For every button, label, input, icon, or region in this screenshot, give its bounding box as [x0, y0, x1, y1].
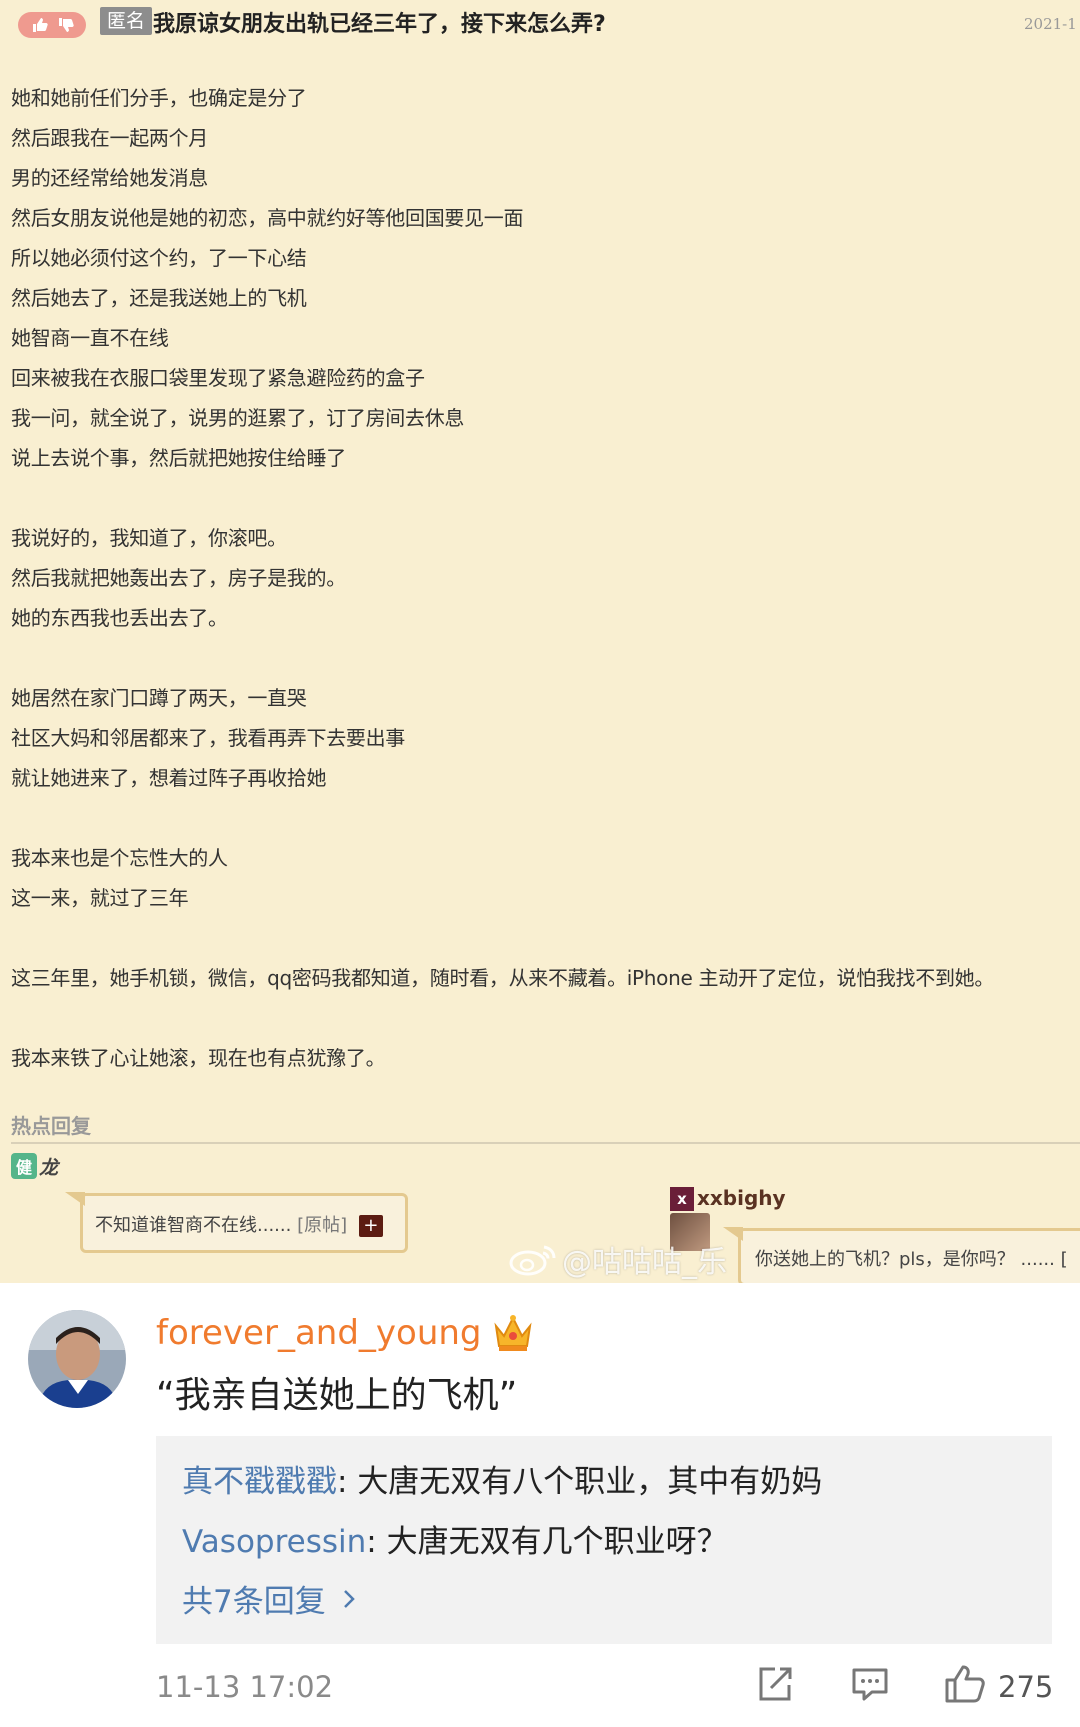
- thumb-up-icon[interactable]: [32, 17, 48, 33]
- comment-timestamp: 11-13 17:02: [156, 1670, 334, 1704]
- reply-username[interactable]: xxbighy: [697, 1186, 786, 1210]
- post-date: 2021-1: [1024, 15, 1077, 33]
- post-line: 她和她前任们分手，也确定是分了: [11, 86, 307, 110]
- post-line: 就让她进来了，想着过阵子再收拾她: [11, 766, 327, 790]
- reply-bubble-2: 你送她上的飞机？pls，是你吗？ ...... [: [723, 1227, 1080, 1283]
- reply-user-1[interactable]: 健 龙: [11, 1152, 58, 1180]
- post-line: 所以她必须付这个约，了一下心结: [11, 246, 307, 270]
- chevron-right-icon: [343, 1589, 355, 1608]
- reply-text: 不知道谁智商不在线......: [95, 1215, 292, 1236]
- weibo-logo-icon: [509, 1245, 556, 1276]
- comment-text: “我亲自送她上的飞机”: [156, 1375, 518, 1416]
- post-line: 这一来，就过了三年: [11, 886, 189, 910]
- post-line: 她居然在家门口蹲了两天，一直哭: [11, 686, 307, 710]
- thumb-down-icon[interactable]: [58, 17, 74, 33]
- crown-icon: [493, 1315, 532, 1351]
- user-badge: 健: [11, 1153, 37, 1179]
- post-line: 社区大妈和邻居都来了，我看再弄下去要出事: [11, 726, 405, 750]
- vote-pill: [18, 12, 86, 38]
- post-line-blank: [11, 918, 1076, 958]
- user-badge: x: [670, 1187, 694, 1211]
- post-line: 我本来也是个忘性大的人: [11, 846, 228, 870]
- reply-username[interactable]: 龙: [39, 1153, 58, 1180]
- reply-text: 大唐无双有几个职业呀？: [386, 1524, 728, 1560]
- post-line-blank: [11, 798, 1076, 838]
- reply-bubble-1: 不知道谁智商不在线...... [原帖] +: [65, 1192, 408, 1253]
- post-line: 然后跟我在一起两个月: [11, 126, 208, 150]
- post-line-blank: [11, 638, 1076, 678]
- forum-screenshot: 匿名 我原谅女朋友出轨已经三年了，接下来怎么弄? 2021-1 她和她前任们分手…: [0, 0, 1080, 1283]
- post-line: 我本来铁了心让她滚，现在也有点犹豫了。: [11, 1046, 386, 1070]
- replies-preview[interactable]: 真不戳戳戳: 大唐无双有八个职业，其中有奶妈 Vasopressin: 大唐无双…: [156, 1436, 1052, 1644]
- reply-preview[interactable]: Vasopressin: 大唐无双有几个职业呀？: [182, 1516, 728, 1561]
- divider: [11, 1142, 1080, 1144]
- anonymous-tag: 匿名: [100, 7, 153, 35]
- more-replies-label[interactable]: 共7条回复: [182, 1576, 326, 1621]
- post-line: 她的东西我也丢出去了。: [11, 606, 228, 630]
- post-line: 然后她去了，还是我送她上的飞机: [11, 286, 307, 310]
- post-line: 然后女朋友说他是她的初恋，高中就约好等他回国要见一面: [11, 206, 524, 230]
- reply-text: 大唐无双有八个职业，其中有奶妈: [357, 1464, 823, 1500]
- post-line: 我一问，就全说了，说男的逛累了，订了房间去休息: [11, 406, 465, 430]
- post-line: 她智商一直不在线: [11, 326, 169, 350]
- original-post-link[interactable]: [原帖]: [297, 1215, 347, 1236]
- watermark: @咕咕咕_乐: [508, 1238, 727, 1280]
- post-title[interactable]: 我原谅女朋友出轨已经三年了，接下来怎么弄?: [153, 8, 606, 42]
- post-body: 她和她前任们分手，也确定是分了 然后跟我在一起两个月 男的还经常给她发消息 然后…: [11, 78, 1076, 1078]
- reply-author[interactable]: Vasopressin: [182, 1524, 366, 1560]
- post-line: 回来被我在衣服口袋里发现了紧急避险药的盒子: [11, 366, 425, 390]
- username-text[interactable]: forever_and_young: [156, 1313, 482, 1353]
- reply-separator: :: [366, 1524, 387, 1560]
- reply-preview[interactable]: 真不戳戳戳: 大唐无双有八个职业，其中有奶妈: [182, 1456, 822, 1501]
- commenter-username[interactable]: forever_and_young: [156, 1312, 536, 1354]
- post-line: 我说好的，我知道了，你滚吧。: [11, 526, 287, 550]
- post-line: 说上去说个事，然后就把她按住给睡了: [11, 446, 346, 470]
- watermark-text: @咕咕咕_乐: [562, 1245, 727, 1280]
- view-all-replies-link[interactable]: 共7条回复: [182, 1576, 356, 1621]
- post-line: 这三年里，她手机锁，微信，qq密码我都知道，随时看，从来不藏着。iPhone 主…: [11, 966, 995, 990]
- reply-author[interactable]: 真不戳戳戳: [182, 1464, 337, 1500]
- commenter-avatar[interactable]: [28, 1310, 126, 1408]
- like-count: 275: [998, 1670, 1054, 1704]
- hot-replies-label: 热点回复: [11, 1114, 91, 1138]
- post-line-blank: [11, 478, 1076, 518]
- post-line-blank: [11, 998, 1076, 1038]
- expand-button[interactable]: +: [358, 1215, 383, 1237]
- post-line: 男的还经常给她发消息: [11, 166, 208, 190]
- reply-text: 你送她上的飞机？pls，是你吗？ ...... [: [755, 1249, 1068, 1270]
- share-icon[interactable]: [755, 1664, 795, 1704]
- reply-content: 不知道谁智商不在线...... [原帖] +: [95, 1211, 383, 1237]
- reply-separator: :: [337, 1464, 358, 1500]
- comment-icon[interactable]: [850, 1664, 890, 1704]
- like-icon[interactable]: [944, 1664, 986, 1704]
- post-line: 然后我就把她轰出去了，房子是我的。: [11, 566, 346, 590]
